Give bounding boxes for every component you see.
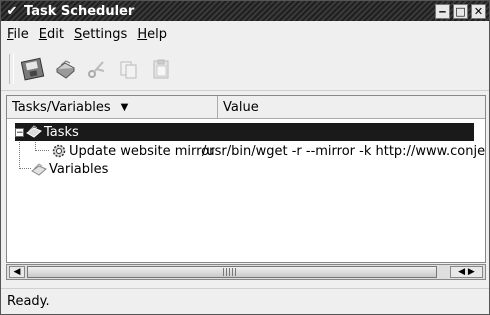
print-icon[interactable] — [52, 56, 78, 82]
title-bar[interactable]: ✔ Task Scheduler ‒ □ ✕ — [1, 1, 489, 21]
window-menu-icon[interactable]: ✔ — [4, 3, 20, 19]
cut-icon[interactable] — [84, 56, 110, 82]
collapse-toggle[interactable]: − — [15, 127, 24, 137]
close-button[interactable]: ✕ — [471, 3, 486, 19]
maximize-button[interactable]: □ — [453, 3, 468, 19]
copy-icon[interactable] — [116, 56, 142, 82]
variables-folder-icon — [31, 162, 47, 176]
scrollbar-grip — [223, 268, 237, 276]
save-icon[interactable] — [20, 56, 46, 82]
task-tree-view[interactable]: Tasks/Variables ▼ Value − Tasks Update w… — [6, 95, 486, 263]
tree-line — [35, 150, 49, 151]
menu-file[interactable]: File — [7, 27, 29, 42]
scroll-right-buttons[interactable]: ◀ ▶ — [450, 266, 483, 278]
tasks-folder-icon — [26, 125, 42, 139]
task-scheduler-window: ✔ Task Scheduler ‒ □ ✕ File Edit Setting… — [0, 0, 490, 315]
column-header-label: Value — [223, 99, 259, 115]
paste-icon[interactable] — [148, 56, 174, 82]
menu-bar: File Edit Settings Help — [1, 21, 489, 47]
column-header-label: Tasks/Variables — [12, 99, 111, 115]
menu-settings[interactable]: Settings — [74, 27, 127, 42]
column-header-value[interactable]: Value — [218, 96, 485, 118]
gear-icon — [51, 143, 67, 159]
minimize-button[interactable]: ‒ — [435, 3, 450, 19]
tree-header: Tasks/Variables ▼ Value — [7, 96, 485, 119]
tree-line — [19, 168, 31, 169]
column-header-tasks-variables[interactable]: Tasks/Variables ▼ — [7, 96, 218, 118]
horizontal-scrollbar[interactable]: ◀ ◀ ▶ — [6, 264, 486, 280]
tree-row-label: Variables — [49, 161, 109, 177]
tree-row-variables[interactable]: Variables — [31, 160, 108, 178]
status-text: Ready. — [7, 294, 50, 309]
toolbar-grip[interactable] — [9, 53, 14, 84]
window-title: Task Scheduler — [24, 3, 135, 19]
scrollbar-thumb[interactable] — [27, 266, 437, 278]
status-bar: Ready. — [1, 288, 489, 314]
sort-arrow-icon: ▼ — [120, 101, 129, 113]
tree-row-label: Update website mirror — [69, 143, 215, 159]
scroll-left-button[interactable]: ◀ — [9, 266, 25, 278]
tree-row-tasks[interactable]: − Tasks — [15, 123, 474, 141]
menu-help[interactable]: Help — [137, 27, 167, 42]
menu-edit[interactable]: Edit — [39, 27, 64, 42]
toolbar — [1, 47, 489, 91]
tree-rows: − Tasks Update website mirror /usr/bin/w… — [7, 119, 485, 262]
tree-row-update-website-mirror[interactable]: Update website mirror /usr/bin/wget -r -… — [51, 142, 485, 160]
tree-row-label: Tasks — [44, 124, 79, 140]
tree-row-value: /usr/bin/wget -r --mirror -k http://www.… — [202, 143, 486, 159]
